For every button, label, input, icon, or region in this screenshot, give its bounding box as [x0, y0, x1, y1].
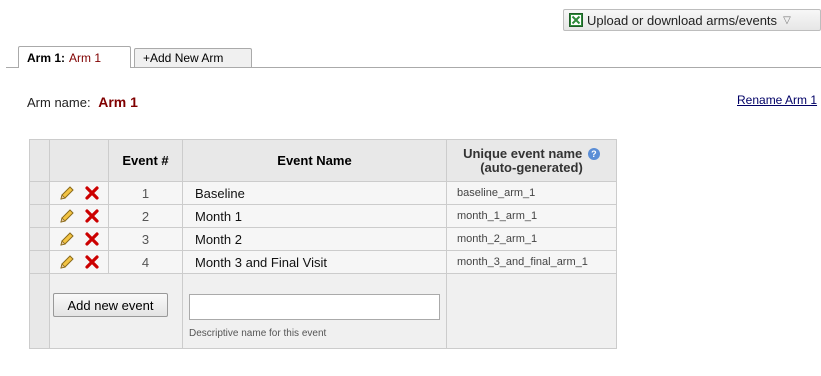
add-event-button-cell: Add new event — [49, 273, 183, 349]
header-actions — [49, 139, 109, 182]
delete-icon[interactable] — [85, 209, 99, 223]
pencil-icon[interactable] — [59, 185, 75, 201]
row-event-number: 3 — [108, 227, 183, 251]
header-unique-name: Unique event name ? (auto-generated) — [446, 139, 617, 182]
header-event-number: Event # — [108, 139, 183, 182]
table-header-row: Event # Event Name Unique event name ? (… — [29, 139, 617, 182]
row-actions — [49, 181, 109, 205]
pencil-icon[interactable] — [59, 208, 75, 224]
arm-name-value: Arm 1 — [98, 94, 138, 110]
new-event-name-input[interactable] — [189, 294, 440, 320]
header-unique-line2: (auto-generated) — [480, 159, 583, 175]
row-actions — [49, 250, 109, 274]
row-event-name: Month 3 and Final Visit — [182, 250, 447, 274]
pencil-icon[interactable] — [59, 254, 75, 270]
upload-download-label: Upload or download arms/events — [587, 12, 778, 28]
row-unique-name: month_2_arm_1 — [446, 227, 617, 251]
add-row-blank-cell — [446, 273, 617, 349]
tab-arm-1[interactable]: Arm 1: Arm 1 — [18, 46, 131, 68]
chevron-down-icon: ▽ — [783, 14, 791, 26]
upload-download-button[interactable]: Upload or download arms/events ▽ — [563, 9, 821, 31]
pencil-icon[interactable] — [59, 231, 75, 247]
table-row: 4 Month 3 and Final Visit month_3_and_fi… — [29, 250, 617, 274]
row-event-number: 2 — [108, 204, 183, 228]
arm-name-line: Arm name: Arm 1 — [27, 94, 138, 110]
delete-icon[interactable] — [85, 232, 99, 246]
row-actions — [49, 227, 109, 251]
add-new-event-button[interactable]: Add new event — [53, 293, 168, 317]
table-row: 2 Month 1 month_1_arm_1 — [29, 204, 617, 228]
add-event-row: Add new event Descriptive name for this … — [29, 273, 617, 349]
header-event-name: Event Name — [182, 139, 447, 182]
row-unique-name: month_1_arm_1 — [446, 204, 617, 228]
excel-icon — [569, 13, 583, 27]
table-row: 3 Month 2 month_2_arm_1 — [29, 227, 617, 251]
row-event-number: 4 — [108, 250, 183, 274]
events-table: Event # Event Name Unique event name ? (… — [29, 139, 617, 349]
rename-arm-link[interactable]: Rename Arm 1 — [737, 93, 817, 107]
new-event-name-hint: Descriptive name for this event — [189, 328, 327, 339]
table-row: 1 Baseline baseline_arm_1 — [29, 181, 617, 205]
row-event-number: 1 — [108, 181, 183, 205]
row-event-name: Month 1 — [182, 204, 447, 228]
row-unique-name: month_3_and_final_arm_1 — [446, 250, 617, 274]
row-actions — [49, 204, 109, 228]
tab-arm-1-prefix: Arm 1: — [27, 50, 66, 65]
header-blank — [29, 139, 50, 182]
arm-name-label: Arm name: — [27, 95, 91, 110]
tab-arm-1-name: Arm 1 — [69, 50, 102, 65]
header-unique-line1: Unique event name — [463, 145, 583, 161]
row-event-name: Month 2 — [182, 227, 447, 251]
delete-icon[interactable] — [85, 186, 99, 200]
delete-icon[interactable] — [85, 255, 99, 269]
tab-add-new-arm[interactable]: +Add New Arm — [134, 48, 252, 67]
help-icon[interactable]: ? — [587, 148, 600, 161]
new-event-name-cell: Descriptive name for this event — [182, 273, 447, 349]
row-event-name: Baseline — [182, 181, 447, 205]
row-unique-name: baseline_arm_1 — [446, 181, 617, 205]
